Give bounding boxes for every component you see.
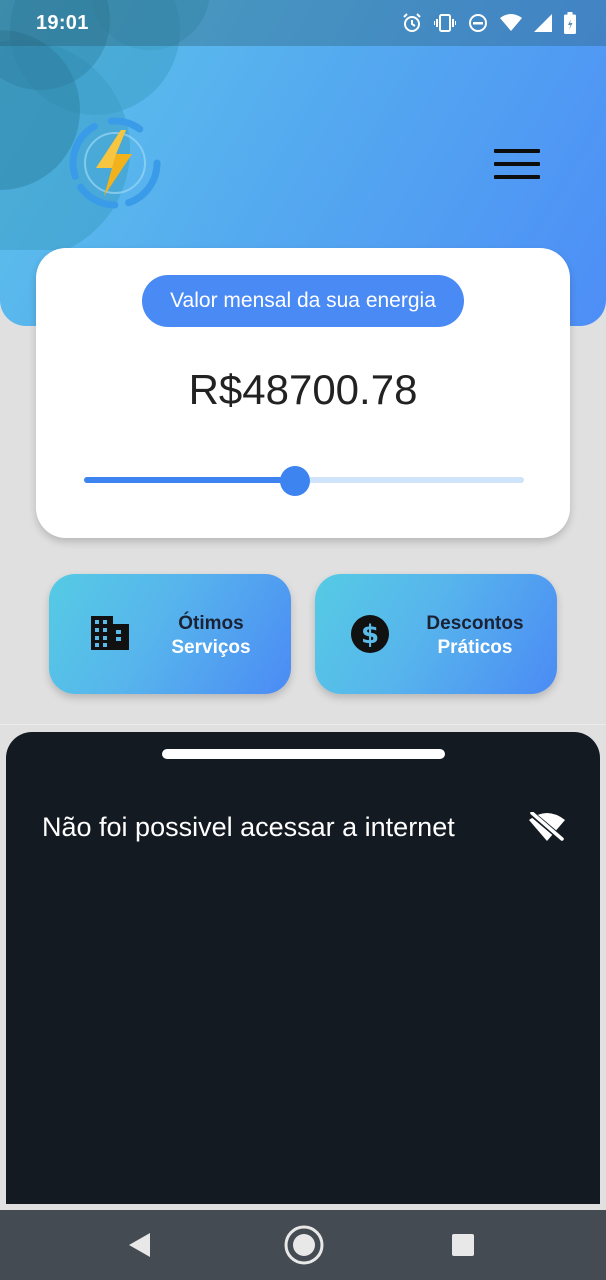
slider-thumb[interactable] — [280, 466, 311, 496]
slider-fill — [84, 477, 296, 483]
status-time: 19:01 — [36, 11, 89, 34]
no-internet-message: Não foi possivel acessar a internet — [42, 812, 455, 842]
services-button[interactable]: Ótimos Serviços — [49, 574, 291, 694]
lightning-bolt-icon — [69, 117, 161, 209]
svg-text:$: $ — [361, 620, 379, 650]
battery-icon — [564, 12, 576, 34]
recent-apps-icon[interactable] — [452, 1234, 474, 1256]
alarm-icon — [403, 13, 421, 32]
wifi-off-icon — [529, 812, 565, 842]
status-bar: 19:01 — [0, 0, 606, 46]
back-icon[interactable] — [128, 1232, 152, 1258]
discounts-label-line1: Descontos — [426, 613, 524, 634]
signal-icon — [534, 14, 552, 32]
do-not-disturb-icon — [469, 14, 487, 32]
menu-line — [494, 149, 540, 153]
discounts-button[interactable]: $ Descontos Práticos — [315, 574, 557, 694]
wifi-icon — [500, 14, 522, 31]
menu-line — [494, 175, 540, 179]
services-label: Ótimos Serviços — [161, 612, 261, 660]
dollar-icon: $ — [351, 615, 389, 653]
system-nav-bar — [0, 1210, 606, 1280]
divider — [0, 724, 606, 725]
services-label-line2: Serviços — [171, 637, 251, 658]
hamburger-menu-icon[interactable] — [490, 142, 544, 186]
vibrate-icon — [434, 14, 456, 32]
services-label-line1: Ótimos — [178, 613, 244, 634]
home-icon[interactable] — [283, 1224, 325, 1266]
sheet-drag-handle[interactable] — [162, 749, 445, 759]
menu-line — [494, 162, 540, 166]
energy-value-slider[interactable] — [84, 466, 524, 496]
status-icons — [402, 12, 576, 34]
energy-value-card: Valor mensal da sua energia R$48700.78 — [36, 248, 570, 538]
no-internet-sheet: Não foi possivel acessar a internet — [6, 732, 600, 1204]
value-label-pill: Valor mensal da sua energia — [142, 275, 464, 327]
building-icon — [91, 616, 129, 650]
discounts-label-line2: Práticos — [437, 637, 513, 658]
value-amount: R$48700.78 — [188, 366, 418, 413]
discounts-label: Descontos Práticos — [415, 612, 535, 660]
